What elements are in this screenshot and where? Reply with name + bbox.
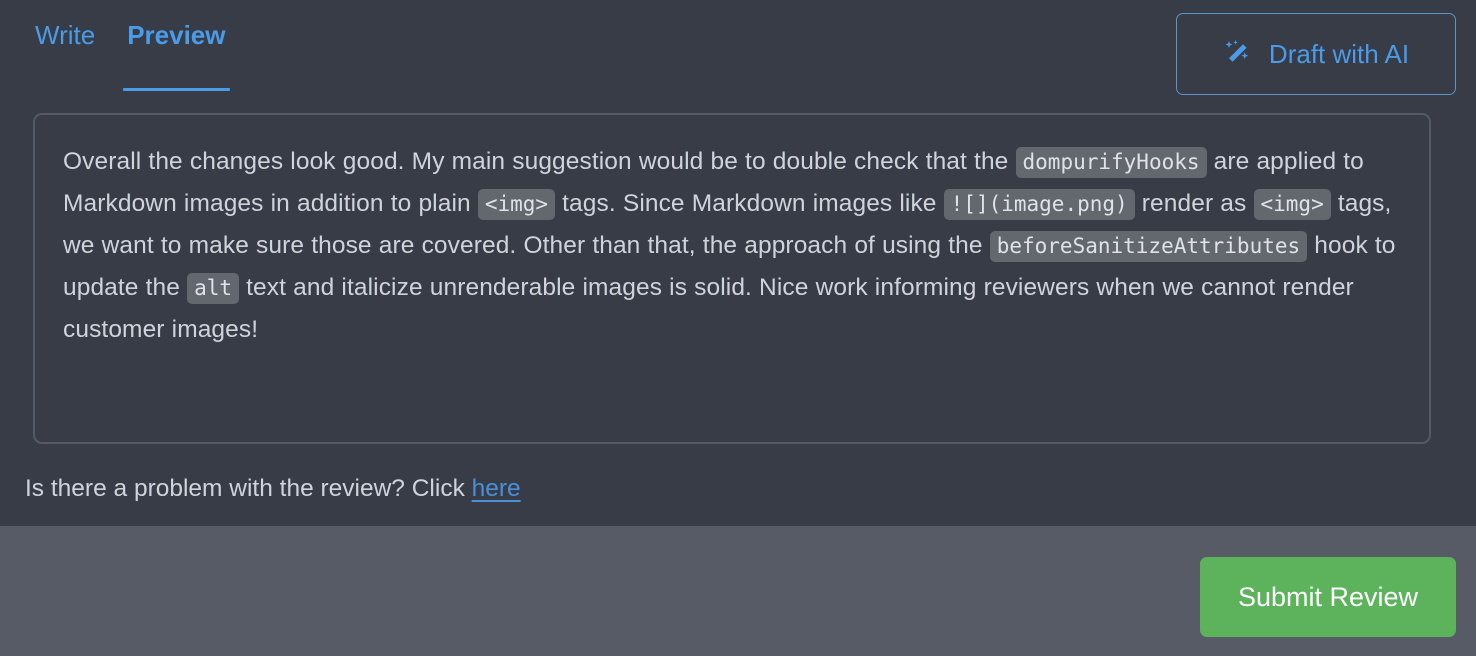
- tab-preview-label: Preview: [127, 20, 226, 50]
- action-footer-bar: Submit Review: [0, 526, 1476, 656]
- editor-tab-strip: Write Preview: [33, 16, 230, 91]
- tab-write[interactable]: Write: [33, 16, 97, 54]
- magic-wand-icon: [1223, 39, 1253, 69]
- problem-report-link[interactable]: here: [472, 475, 521, 502]
- markdown-preview-box: Overall the changes look good. My main s…: [33, 113, 1431, 444]
- draft-with-ai-label: Draft with AI: [1268, 38, 1410, 69]
- review-editor-panel: Write Preview Draft with AI Overall the …: [0, 0, 1476, 526]
- inline-code-span: alt: [187, 273, 240, 304]
- tab-write-label: Write: [35, 20, 96, 50]
- submit-review-button[interactable]: Submit Review: [1200, 557, 1456, 637]
- review-body-text: Overall the changes look good. My main s…: [63, 147, 1396, 343]
- inline-code-span: beforeSanitizeAttributes: [989, 231, 1308, 262]
- inline-code-span: dompurifyHooks: [1015, 147, 1207, 178]
- tab-preview[interactable]: Preview: [123, 16, 230, 91]
- problem-prompt-text: Is there a problem with the review? Clic…: [25, 475, 472, 502]
- inline-code-span: <img>: [477, 189, 556, 220]
- problem-prompt: Is there a problem with the review? Clic…: [25, 472, 521, 506]
- draft-with-ai-button[interactable]: Draft with AI: [1176, 13, 1456, 95]
- inline-code-span: <img>: [1253, 189, 1331, 220]
- submit-review-label: Submit Review: [1237, 581, 1419, 612]
- inline-code-span: ![](image.png): [943, 189, 1135, 220]
- tab-active-underline: [123, 88, 230, 91]
